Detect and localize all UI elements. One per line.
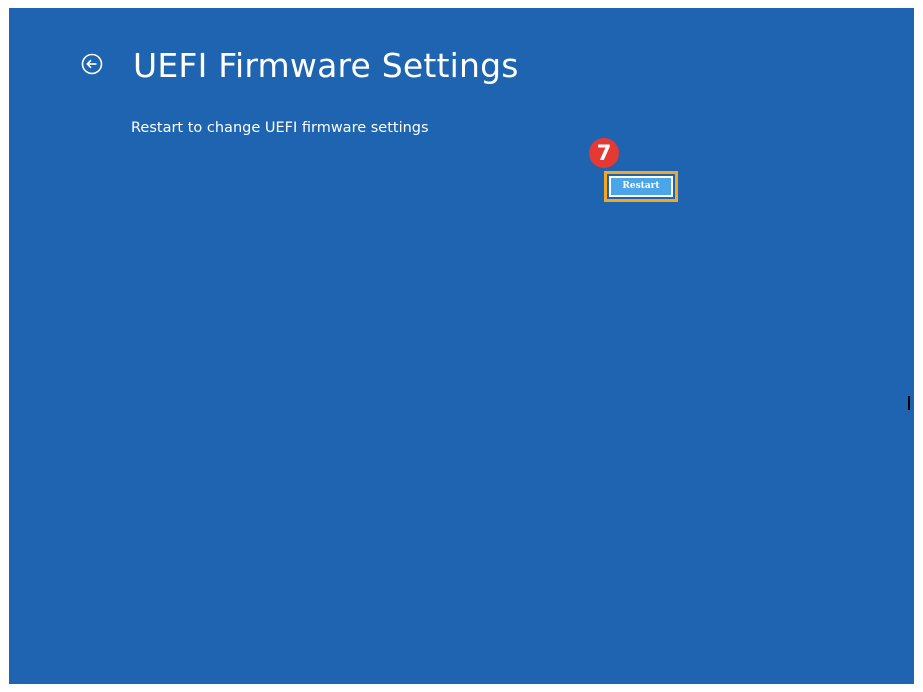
restart-button[interactable]: Restart <box>609 176 673 197</box>
page-title: UEFI Firmware Settings <box>133 46 519 85</box>
back-arrow-circle-icon[interactable] <box>81 53 103 75</box>
page-description: Restart to change UEFI firmware settings <box>131 120 429 136</box>
uefi-settings-screen: UEFI Firmware Settings Restart to change… <box>9 8 914 684</box>
edge-marker <box>908 396 910 410</box>
step-number-badge: 7 <box>589 138 619 168</box>
